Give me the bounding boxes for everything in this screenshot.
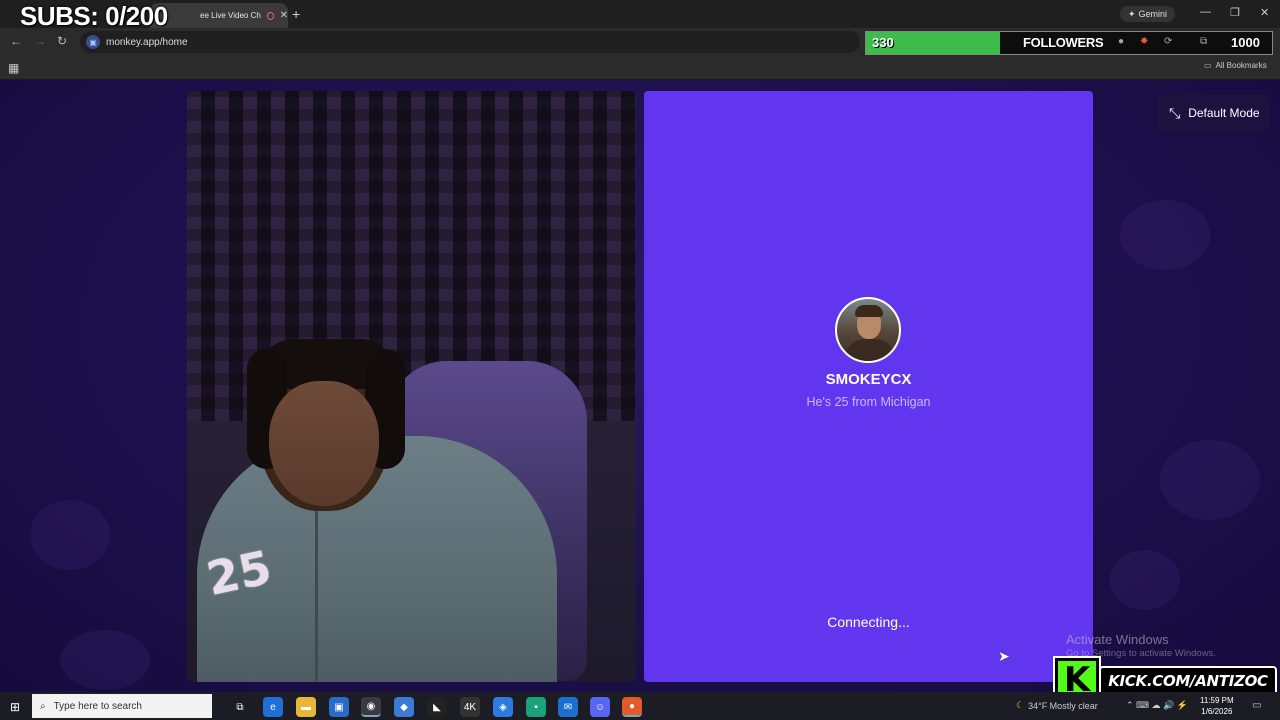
- browser-tab[interactable]: ee Live Video Ch ✕: [150, 3, 288, 28]
- bookmarks-bar: [0, 56, 1280, 80]
- followers-label: FOLLOWERS: [1023, 35, 1104, 50]
- windows-start-icon[interactable]: ⊞: [10, 700, 20, 714]
- recording-icon: [266, 11, 274, 20]
- edge-icon[interactable]: e: [263, 697, 283, 717]
- background-blob: [1120, 200, 1210, 270]
- gemini-button[interactable]: ✦ Gemini: [1120, 6, 1176, 22]
- notifications-icon[interactable]: ▭: [1252, 700, 1261, 711]
- match-avatar: [835, 297, 901, 363]
- system-tray-icons[interactable]: ⌃ ⌨ ☁ 🔊 ⚡: [1126, 700, 1188, 711]
- sync-icon[interactable]: ⟳: [1164, 36, 1172, 47]
- new-tab-button[interactable]: +: [292, 6, 300, 22]
- person-face: [269, 381, 379, 506]
- search-placeholder: Type here to search: [53, 700, 142, 712]
- weather-widget[interactable]: ☾ 34°F Mostly clear: [1016, 700, 1098, 711]
- close-window-icon[interactable]: ✕: [1260, 6, 1269, 19]
- hoodie-zipper: [315, 511, 318, 681]
- 4k-app-icon[interactable]: 4K: [460, 697, 480, 717]
- clock-date: 1/6/2026: [1201, 707, 1233, 716]
- background-blob: [30, 500, 110, 570]
- chrome-icon[interactable]: ◉: [361, 697, 381, 717]
- mode-label: Default Mode: [1188, 106, 1260, 120]
- activate-windows-title: Activate Windows: [1066, 632, 1169, 647]
- gemini-label: Gemini: [1138, 9, 1168, 19]
- all-bookmarks-button[interactable]: ▭ All Bookmarks: [1204, 61, 1267, 70]
- search-icon: ⌕: [40, 700, 46, 712]
- sparkle-icon: ✦: [1128, 8, 1136, 19]
- default-mode-button[interactable]: ⤡ Default Mode: [1157, 94, 1269, 132]
- background-blob: [60, 630, 150, 690]
- obs-icon[interactable]: ●: [622, 697, 642, 717]
- address-bar[interactable]: ▣ monkey.app/home: [80, 31, 860, 53]
- clock-time: 11:59 PM: [1200, 696, 1234, 705]
- capcut-icon[interactable]: ◣: [427, 697, 447, 717]
- url-text: monkey.app/home: [106, 36, 188, 48]
- taskbar-search[interactable]: ⌕ Type here to search: [32, 694, 212, 718]
- extension-icon[interactable]: ●: [1118, 36, 1124, 47]
- extension-icon-2[interactable]: ✸: [1140, 36, 1148, 47]
- apps-grid-icon[interactable]: ▦: [8, 61, 19, 75]
- discord-icon[interactable]: ☺: [590, 697, 610, 717]
- all-bookmarks-label: All Bookmarks: [1215, 61, 1267, 70]
- minimize-icon[interactable]: —: [1200, 6, 1211, 18]
- outlook-icon[interactable]: ✉: [558, 697, 578, 717]
- mouse-cursor-icon: ➤: [998, 648, 1010, 664]
- forward-icon[interactable]: →: [34, 34, 46, 48]
- app-icon[interactable]: ◆: [394, 697, 414, 717]
- file-explorer-icon[interactable]: ▬: [296, 697, 316, 717]
- reload-icon[interactable]: ↻: [57, 34, 67, 48]
- moon-icon: ☾: [1016, 700, 1025, 710]
- weather-text: 34°F Mostly clear: [1028, 700, 1098, 711]
- app-icon-3[interactable]: ▪: [526, 697, 546, 717]
- match-info: He's 25 from Michigan: [806, 395, 931, 409]
- followers-count: 330: [872, 35, 894, 50]
- followers-goal: 1000: [1231, 35, 1260, 50]
- folder-icon: ▭: [1204, 61, 1212, 70]
- restore-icon[interactable]: ❐: [1230, 6, 1240, 19]
- back-icon[interactable]: ←: [10, 34, 22, 48]
- task-view-icon[interactable]: ⧉: [230, 697, 250, 717]
- match-username: SMOKEYCX: [825, 371, 912, 388]
- app-icon-2[interactable]: ◈: [493, 697, 513, 717]
- store-icon[interactable]: ▣: [329, 697, 349, 717]
- site-info-icon[interactable]: ▣: [86, 35, 100, 49]
- background-blob: [1160, 440, 1260, 520]
- background-blob: [1110, 550, 1180, 610]
- connection-status: Connecting...: [827, 614, 910, 630]
- taskbar-clock[interactable]: 11:59 PM 1/6/2026: [1200, 695, 1234, 717]
- local-camera-feed: 25: [187, 91, 636, 682]
- screenshot-icon[interactable]: ⧉: [1200, 36, 1207, 47]
- tab-title: ee Live Video Ch: [200, 11, 261, 20]
- collapse-icon: ⤡: [1169, 104, 1181, 121]
- close-tab-icon[interactable]: ✕: [280, 10, 288, 21]
